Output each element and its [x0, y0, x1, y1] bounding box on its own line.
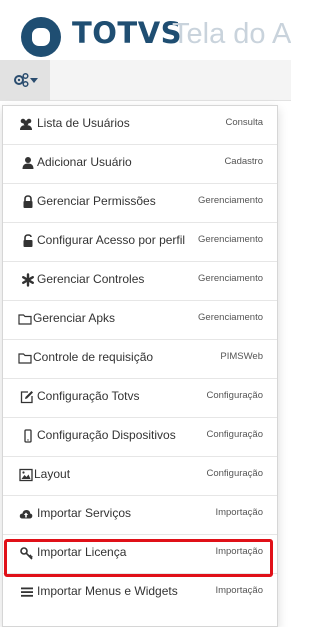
menu-item-configuracao-dispositivos[interactable]: Configuração Dispositivos Configuração — [3, 418, 277, 457]
menu-item-label: Gerenciar Controles — [37, 272, 145, 286]
menu-item-label: Layout — [34, 467, 71, 481]
menu-item-category: Consulta — [225, 117, 264, 128]
menu-item-gerenciar-apks[interactable]: Gerenciar Apks Gerenciamento — [3, 301, 277, 340]
menu-item-category: Gerenciamento — [198, 312, 263, 323]
menu-item-label: Adicionar Usuário — [37, 155, 132, 169]
totvs-logo-icon — [21, 17, 61, 57]
lock-icon — [23, 195, 33, 208]
menu-item-label: Importar Menus e Widgets — [37, 584, 178, 598]
list-icon — [21, 587, 33, 597]
app-header: TOTVS Tela do Ad — [0, 0, 291, 68]
menu-item-label: Gerenciar Apks — [33, 311, 116, 325]
menu-item-label: Configurar Acesso por perfil — [37, 233, 186, 247]
menu-item-label: Gerenciar Permissões — [37, 194, 156, 208]
menu-item-label: Configuração Dispositivos — [37, 428, 176, 442]
menu-item-category: Cadastro — [224, 156, 263, 167]
menu-item-label: Controle de requisição — [33, 350, 154, 364]
mobile-icon — [24, 429, 32, 443]
menu-item-lista-de-usuarios[interactable]: Lista de Usuários Consulta — [3, 106, 277, 145]
menu-item-label: Configuração Totvs — [37, 389, 140, 403]
menu-item-category: Gerenciamento — [198, 273, 263, 284]
menu-item-configuracao-totvs[interactable]: Configuração Totvs Configuração — [3, 379, 277, 418]
picture-icon — [19, 468, 33, 482]
menu-item-importar-menus-e-widgets[interactable]: Importar Menus e Widgets Importação — [3, 574, 277, 613]
menu-item-importar-servicos[interactable]: Importar Serviços Importação — [3, 496, 277, 535]
settings-dropdown-button[interactable] — [0, 60, 50, 100]
brand-name: TOTVS — [72, 16, 183, 50]
menu-item-category: PIMSWeb — [220, 351, 263, 362]
asterisk-icon — [22, 273, 35, 287]
menu-item-layout[interactable]: Layout Configuração — [3, 457, 277, 496]
folder-icon — [18, 353, 32, 364]
caret-down-icon — [30, 78, 38, 83]
menu-item-label: Lista de Usuários — [37, 116, 130, 130]
edit-icon — [20, 391, 33, 404]
menu-item-category: Importação — [215, 585, 263, 596]
gear-icon — [14, 72, 38, 88]
highlight-box — [4, 539, 273, 577]
menu-item-category: Gerenciamento — [198, 234, 263, 245]
menu-item-gerenciar-permissoes[interactable]: Gerenciar Permissões Gerenciamento — [3, 184, 277, 223]
menu-item-label: Importar Serviços — [37, 506, 132, 520]
menu-item-category: Configuração — [206, 429, 263, 440]
menu-item-configurar-acesso-por-perfil[interactable]: Configurar Acesso por perfil Gerenciamen… — [3, 223, 277, 262]
menu-item-adicionar-usuario[interactable]: Adicionar Usuário Cadastro — [3, 145, 277, 184]
menu-item-category: Importação — [215, 507, 263, 518]
user-icon — [22, 157, 34, 169]
menu-item-category: Configuração — [206, 390, 263, 401]
page-title: Tela do Ad — [172, 18, 291, 50]
menu-item-controle-de-requisicao[interactable]: Controle de requisição PIMSWeb — [3, 340, 277, 379]
folder-icon — [18, 314, 32, 325]
menu-item-gerenciar-controles[interactable]: Gerenciar Controles Gerenciamento — [3, 262, 277, 301]
menu-item-category: Configuração — [206, 468, 263, 479]
cloud-upload-icon — [19, 510, 33, 519]
toolbar — [0, 60, 291, 101]
users-icon — [20, 118, 32, 130]
unlock-icon — [23, 234, 33, 247]
menu-item-category: Gerenciamento — [198, 195, 263, 206]
